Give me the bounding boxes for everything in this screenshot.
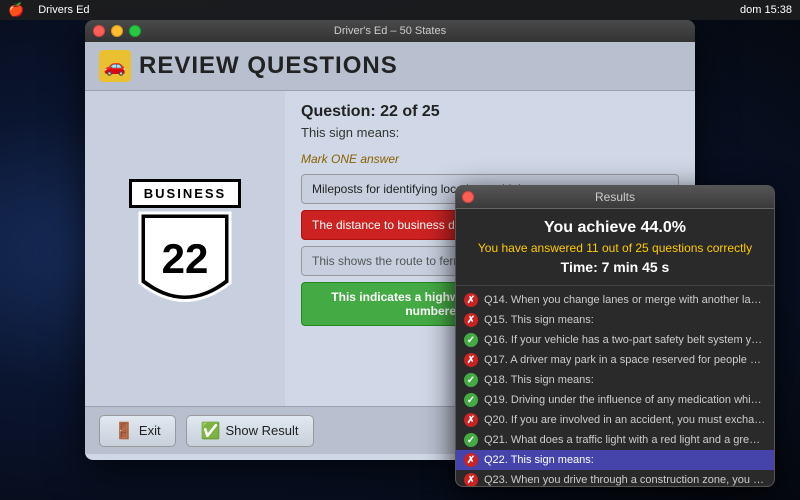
- wrong-icon: ✗: [464, 473, 478, 486]
- correct-icon: ✓: [464, 373, 478, 387]
- results-title-bar: Results: [456, 186, 774, 209]
- menubar-right: dom 15:38: [740, 4, 792, 16]
- app-name: Drivers Ed: [38, 4, 89, 16]
- result-text: Q16. If your vehicle has a two-part safe…: [484, 334, 766, 346]
- wrong-icon: ✗: [464, 313, 478, 327]
- question-number: Question: 22 of 25: [301, 103, 679, 121]
- minimize-button[interactable]: [111, 25, 123, 37]
- svg-text:22: 22: [162, 235, 209, 282]
- window-title-bar: Driver's Ed – 50 States: [85, 20, 695, 42]
- exit-button[interactable]: 🚪 Exit: [99, 415, 176, 447]
- result-text: Q23. When you drive through a constructi…: [484, 474, 766, 486]
- result-item[interactable]: ✓ Q21. What does a traffic light with a r…: [456, 430, 774, 450]
- sign-area: BUSINESS 22: [85, 91, 285, 406]
- app-icon: 🚗: [99, 50, 131, 82]
- result-text: Q18. This sign means:: [484, 374, 594, 386]
- wrong-icon: ✗: [464, 353, 478, 367]
- sign-container: BUSINESS 22: [129, 179, 241, 318]
- maximize-button[interactable]: [129, 25, 141, 37]
- result-text: Q22. This sign means:: [484, 454, 594, 466]
- sign-shield: 22: [135, 208, 235, 318]
- wrong-icon: ✗: [464, 453, 478, 467]
- correct-icon: ✓: [464, 433, 478, 447]
- window-title: Driver's Ed – 50 States: [334, 25, 446, 37]
- results-list[interactable]: ✗ Q14. When you change lanes or merge wit…: [456, 286, 774, 486]
- menubar: 🍎 Drivers Ed dom 15:38: [0, 0, 800, 20]
- results-close-button[interactable]: [462, 191, 474, 203]
- results-time: Time: 7 min 45 s: [466, 259, 764, 275]
- exit-icon: 🚪: [114, 421, 134, 441]
- results-panel: Results You achieve 44.0% You have answe…: [455, 185, 775, 487]
- correct-icon: ✓: [464, 333, 478, 347]
- wrong-icon: ✗: [464, 293, 478, 307]
- result-item[interactable]: ✗ Q22. This sign means:: [456, 450, 774, 470]
- exit-label: Exit: [139, 423, 161, 438]
- result-item[interactable]: ✗ Q15. This sign means:: [456, 310, 774, 330]
- menubar-time: dom 15:38: [740, 4, 792, 16]
- apple-logo: 🍎: [8, 2, 24, 18]
- result-text: Q20. If you are involved in an accident,…: [484, 414, 766, 426]
- correct-icon: ✓: [464, 393, 478, 407]
- result-text: Q21. What does a traffic light with a re…: [484, 434, 766, 446]
- result-text: Q14. When you change lanes or merge with…: [484, 294, 766, 306]
- results-detail: You have answered 11 out of 25 questions…: [466, 241, 764, 255]
- sign-business-label: BUSINESS: [129, 179, 241, 208]
- results-score: You achieve 44.0%: [466, 219, 764, 237]
- result-item[interactable]: ✓ Q18. This sign means:: [456, 370, 774, 390]
- result-item[interactable]: ✗ Q23. When you drive through a construct…: [456, 470, 774, 486]
- close-button[interactable]: [93, 25, 105, 37]
- show-result-button[interactable]: ✅ Show Result: [186, 415, 314, 447]
- mark-instruction: Mark ONE answer: [301, 152, 679, 166]
- result-item[interactable]: ✗ Q14. When you change lanes or merge wit…: [456, 290, 774, 310]
- result-item[interactable]: ✓ Q19. Driving under the influence of any…: [456, 390, 774, 410]
- results-panel-title: Results: [595, 190, 635, 204]
- question-prompt: This sign means:: [301, 125, 679, 140]
- show-result-icon: ✅: [201, 421, 221, 441]
- result-text: Q19. Driving under the influence of any …: [484, 394, 766, 406]
- result-text: Q15. This sign means:: [484, 314, 594, 326]
- result-text: Q17. A driver may park in a space reserv…: [484, 354, 766, 366]
- results-header: You achieve 44.0% You have answered 11 o…: [456, 209, 774, 286]
- wrong-icon: ✗: [464, 413, 478, 427]
- page-title: REVIEW QUESTIONS: [139, 52, 398, 80]
- result-item[interactable]: ✓ Q16. If your vehicle has a two-part saf…: [456, 330, 774, 350]
- header: 🚗 REVIEW QUESTIONS: [85, 42, 695, 91]
- show-result-label: Show Result: [226, 423, 299, 438]
- result-item[interactable]: ✗ Q17. A driver may park in a space reser…: [456, 350, 774, 370]
- result-item[interactable]: ✗ Q20. If you are involved in an accident…: [456, 410, 774, 430]
